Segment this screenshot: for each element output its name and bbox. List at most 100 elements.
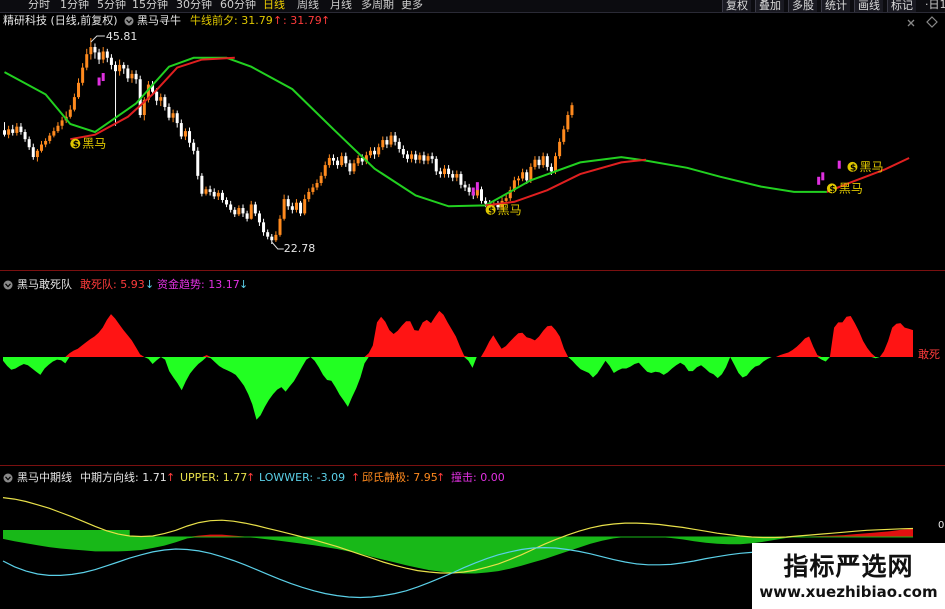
indicator-name: 黑马寻牛 (137, 13, 181, 27)
candle-body (257, 213, 261, 223)
candle-body (467, 187, 471, 192)
candle-body (434, 158, 438, 172)
candle-body (438, 171, 442, 175)
candle-body (307, 191, 311, 200)
candle-body (68, 109, 72, 117)
signal-label: 黑马 (498, 203, 522, 217)
candle-body (15, 126, 19, 133)
candle-body (319, 175, 323, 183)
candle-body (40, 144, 44, 151)
candle-body (11, 129, 15, 133)
signal-coin-glyph: $ (73, 140, 79, 150)
candle-body (545, 156, 549, 167)
candle-body (463, 184, 467, 188)
stock-chart: $ 黑马$ 黑马$ 黑马$ 黑马45.8122.78 精研科技 (日线,前复权) 黑马寻… (0, 13, 945, 599)
candle-body (270, 236, 274, 241)
candle-body (126, 68, 130, 79)
candle-body (533, 159, 537, 167)
candle-body (348, 163, 352, 172)
candle-body (56, 125, 60, 132)
direction-line-value: 中期方向线: 1.71 (80, 470, 167, 484)
candle-body (570, 105, 574, 116)
indicator-menu-icon[interactable] (3, 280, 13, 290)
candle-body (327, 157, 331, 166)
qiu-value: 邱氏静极: 7.95 (362, 470, 438, 484)
candle-body (331, 157, 335, 161)
indicator-menu-icon[interactable] (3, 473, 13, 483)
candle-body (52, 131, 56, 136)
mid-panel (3, 310, 913, 420)
candle-body (373, 150, 377, 155)
candle-body (455, 174, 459, 178)
main-panel: $ 黑马$ 黑马$ 黑马$ 黑马45.8122.78 (3, 30, 910, 255)
candle-body (19, 126, 23, 133)
candle-body (85, 54, 89, 68)
candle-body (447, 168, 451, 175)
signal-label: 黑马 (859, 160, 883, 174)
low-panel-header: 黑马中期线 中期方向线: 1.71 ↑ UPPER: 1.77 ↑ LOWWER… (3, 470, 944, 531)
qiu-arrow: ↑ (436, 471, 445, 484)
trend-area-positive (3, 528, 913, 537)
candle-body (303, 199, 307, 214)
fund-area-negative (3, 357, 913, 420)
candle-body (93, 47, 97, 53)
low-pointer (271, 241, 284, 250)
fund-mark (471, 187, 475, 196)
candle-body (422, 155, 426, 161)
candle-body (282, 199, 286, 219)
fund-mark (817, 176, 821, 185)
candle-body (163, 97, 167, 107)
signal-label: 黑马 (839, 181, 863, 195)
candle-body (529, 166, 533, 181)
bull-line-arrow: ↑ (273, 14, 282, 27)
candle-body (89, 47, 93, 55)
candle-body (451, 174, 455, 178)
lowwer-value: LOWWER: -3.09 (259, 471, 345, 484)
candle-body (35, 150, 39, 158)
bull-line-value: 牛线前夕: 31.79 (190, 13, 273, 27)
high-pointer (90, 35, 105, 43)
close-icon[interactable] (907, 19, 915, 27)
candle-body (274, 234, 278, 241)
candle-body (405, 154, 409, 159)
candle-body (381, 140, 385, 148)
candle-body (521, 172, 525, 179)
candle-body (344, 156, 348, 164)
candle-body (200, 175, 204, 194)
signal-coin-glyph: $ (850, 163, 856, 173)
candle-body (233, 209, 237, 215)
candle-body (479, 189, 483, 201)
candle-body (130, 73, 134, 79)
candle-body (430, 156, 434, 159)
candle-body (475, 189, 479, 196)
candle-body (155, 91, 159, 101)
candle-body (7, 129, 11, 135)
signal-label: 黑马 (82, 137, 106, 151)
fund-mark (101, 73, 105, 82)
upper-value: UPPER: 1.77 (180, 471, 247, 484)
candle-body (105, 51, 109, 58)
candle-body (216, 192, 220, 197)
candle-body (97, 52, 101, 60)
watermark-banner: 指标严选网 www.xuezhibiao.com (752, 543, 945, 609)
candle-body (245, 213, 249, 219)
candle-body (397, 141, 401, 150)
candle-body (241, 208, 245, 214)
indicator-menu-icon[interactable] (124, 16, 134, 26)
candle-body (175, 113, 179, 124)
candle-body (27, 139, 31, 148)
candle-body (31, 147, 35, 158)
diamond-icon[interactable] (926, 16, 938, 28)
bear-line (70, 56, 235, 141)
candle-body (504, 198, 508, 201)
candle-body (101, 51, 105, 60)
low-price-label: 22.78 (284, 242, 316, 255)
lowwer-arrow: ↑ (351, 471, 360, 484)
upper-arrow: ↑ (246, 471, 255, 484)
watermark-url: www.xuezhibiao.com (759, 583, 938, 601)
high-price-label: 45.81 (106, 30, 137, 43)
candle-body (356, 157, 360, 164)
candle-body (212, 191, 216, 197)
candle-body (389, 135, 393, 145)
fund-mark (821, 172, 825, 181)
